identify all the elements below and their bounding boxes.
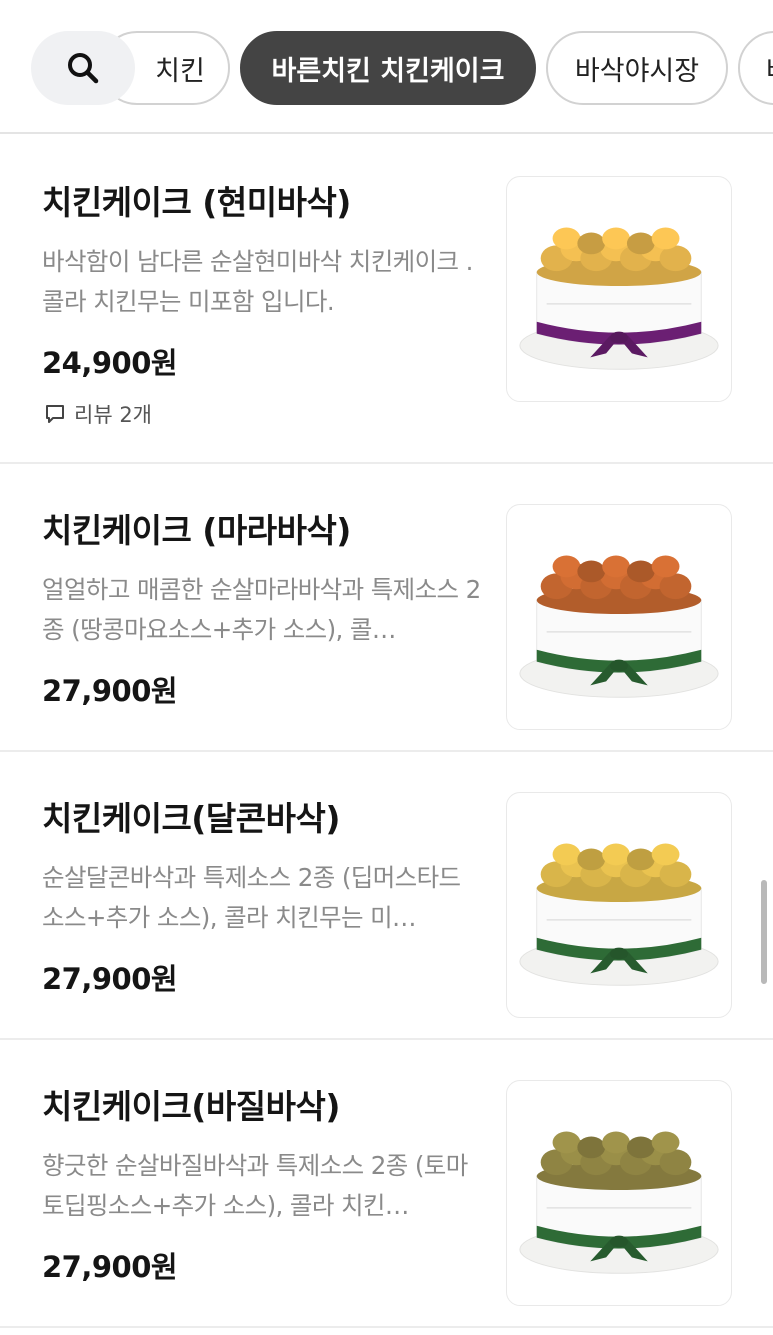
menu-item-name: 치킨케이크 (마라바삭): [42, 511, 351, 550]
menu-item-description: 순살달콘바삭과 특제소스 2종 (딥머스타드소스+추가 소스), 콜라 치킨무는…: [42, 863, 461, 932]
comment-icon: [46, 405, 64, 423]
menu-list: 치킨케이크 (현미바삭) 바삭함이 남다른 순살현미바삭 치킨케이크 . 콜라 …: [0, 136, 773, 1328]
menu-item-name: 치킨케이크(바질바삭): [42, 1087, 340, 1126]
search-button[interactable]: [31, 31, 135, 105]
menu-item-image: [506, 1080, 732, 1306]
review-count[interactable]: 리뷰 2개: [44, 399, 152, 429]
tab-chicken-cake[interactable]: 바른치킨 치킨케이크: [240, 31, 536, 105]
menu-item-description: 얼얼하고 매콤한 순살마라바삭과 특제소스 2종 (땅콩마요소스+추가 소스),…: [42, 575, 481, 644]
search-icon: [68, 53, 99, 84]
menu-item-image: [506, 504, 732, 730]
tab-night-market[interactable]: 바삭야시장: [546, 31, 728, 105]
menu-item-description: 바삭함이 남다른 순살현미바삭 치킨케이크 . 콜라 치킨무는 미포함 입니다.: [42, 247, 473, 316]
menu-item-price: 27,900원: [42, 962, 178, 996]
category-tabs: 치킨 바른치킨 치킨케이크 바삭야시장 바: [100, 31, 773, 105]
menu-item-price: 24,900원: [42, 346, 178, 380]
cake-illustration: [519, 555, 719, 698]
menu-item[interactable]: 치킨케이크(달콘바삭) 순살달콘바삭과 특제소스 2종 (딥머스타드소스+추가 …: [0, 752, 773, 1040]
menu-item-description: 향긋한 순살바질바삭과 특제소스 2종 (토마토딥핑소스+추가 소스), 콜라 …: [42, 1151, 468, 1220]
menu-item-image: [506, 176, 732, 402]
cake-illustration: [519, 227, 719, 370]
menu-item-price: 27,900원: [42, 674, 178, 708]
review-count-label: 리뷰 2개: [74, 403, 152, 427]
cake-illustration: [519, 843, 719, 986]
tab-next[interactable]: 바: [738, 31, 773, 105]
menu-item[interactable]: 치킨케이크 (마라바삭) 얼얼하고 매콤한 순살마라바삭과 특제소스 2종 (땅…: [0, 464, 773, 752]
menu-item-price: 27,900원: [42, 1250, 178, 1284]
menu-item-name: 치킨케이크(달콘바삭): [42, 799, 340, 838]
cake-illustration: [519, 1131, 719, 1274]
menu-item-image: [506, 792, 732, 1018]
scrollbar[interactable]: [761, 880, 767, 984]
category-bar: 치킨 바른치킨 치킨케이크 바삭야시장 바: [0, 0, 773, 134]
menu-item[interactable]: 치킨케이크(바질바삭) 향긋한 순살바질바삭과 특제소스 2종 (토마토딥핑소스…: [0, 1040, 773, 1328]
menu-item[interactable]: 치킨케이크 (현미바삭) 바삭함이 남다른 순살현미바삭 치킨케이크 . 콜라 …: [0, 136, 773, 464]
menu-item-name: 치킨케이크 (현미바삭): [42, 183, 351, 222]
